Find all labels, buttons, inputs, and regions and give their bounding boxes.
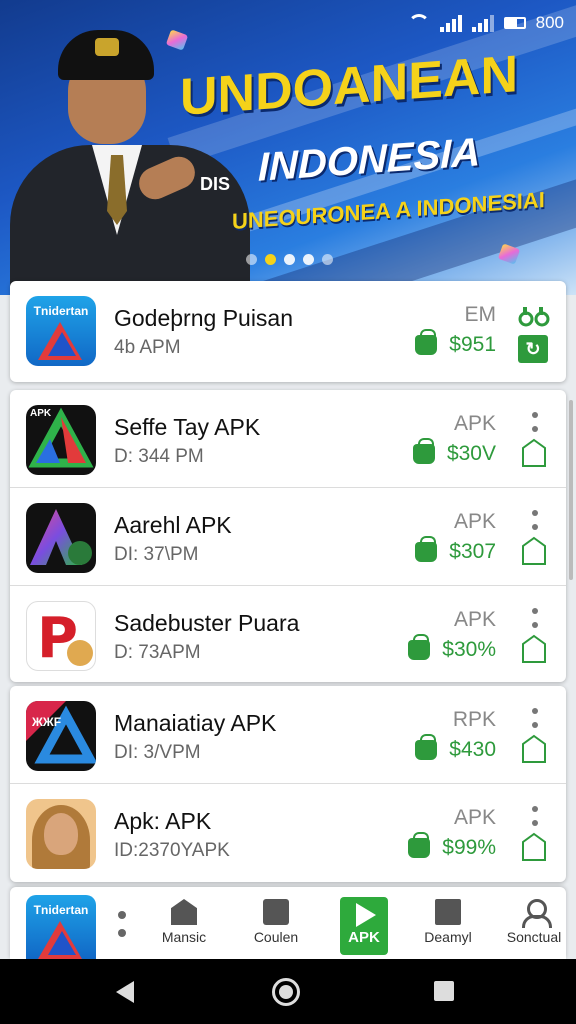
wifi-icon bbox=[407, 14, 430, 36]
battery-icon bbox=[503, 17, 526, 29]
app-price: $99% bbox=[442, 836, 496, 859]
featured-app-icon[interactable]: Tnidertan bbox=[26, 296, 96, 366]
gradient-a-icon[interactable] bbox=[26, 503, 96, 573]
banner-subheadline: INDONESIA bbox=[258, 130, 481, 190]
install-icon[interactable] bbox=[521, 634, 547, 664]
install-icon[interactable] bbox=[521, 438, 547, 468]
app-title: Sadebuster Puara bbox=[114, 610, 300, 636]
system-nav-bar bbox=[0, 959, 576, 1024]
binoculars-icon[interactable] bbox=[518, 305, 550, 327]
app-price: $951 bbox=[449, 333, 496, 356]
app-price: $30% bbox=[442, 638, 496, 661]
woman-portrait-icon[interactable] bbox=[26, 799, 96, 869]
app-subtitle: D: 344 PM bbox=[114, 446, 204, 467]
price-button[interactable]: $30V bbox=[412, 438, 496, 466]
refresh-icon[interactable]: ↻ bbox=[518, 335, 548, 363]
shopping-bag-icon bbox=[415, 329, 438, 355]
price-button[interactable]: $30% bbox=[408, 634, 496, 662]
featured-app-card[interactable]: Tnidertan Godeþrng Puisan 4b APM EM $951… bbox=[10, 281, 566, 382]
status-time: 800 bbox=[535, 13, 564, 32]
nav-item-mansic[interactable]: Mansic bbox=[148, 899, 220, 945]
app-subtitle: DI: 3/VPM bbox=[114, 742, 201, 763]
list-item[interactable]: ЖЖF Manaiatiay APK DI: 3/VPM RPK $430 bbox=[10, 686, 566, 784]
apk-triangle-icon[interactable]: APK bbox=[26, 405, 96, 475]
bottom-nav: Tnidertan Mansic Coulen APK Deamyl Sonct… bbox=[10, 887, 566, 959]
app-type-label: RPK bbox=[452, 708, 496, 731]
shopping-bag-icon bbox=[415, 734, 438, 760]
carousel-indicator[interactable] bbox=[246, 254, 333, 265]
more-options-icon[interactable] bbox=[118, 911, 126, 937]
app-list-card: APK Seffe Tay APK D: 344 PM APK $30V Aar… bbox=[10, 390, 566, 682]
carousel-dot[interactable] bbox=[265, 254, 276, 265]
app-type-label: APK bbox=[453, 510, 496, 533]
nav-item-deamyl[interactable]: Deamyl bbox=[412, 899, 484, 945]
install-icon[interactable] bbox=[521, 832, 547, 862]
app-title: Apk: APK bbox=[114, 808, 212, 834]
list-item[interactable]: APK Seffe Tay APK D: 344 PM APK $30V bbox=[10, 390, 566, 488]
list-item[interactable]: Aarehl APK DI: 37\PM APK $307 bbox=[10, 488, 566, 586]
more-options-icon[interactable] bbox=[532, 708, 538, 728]
app-type-label: APK bbox=[453, 412, 496, 435]
install-icon[interactable] bbox=[521, 536, 547, 566]
banner-prefix: DIS bbox=[200, 174, 231, 194]
app-type-label: EM bbox=[464, 303, 497, 326]
promo-banner[interactable]: 800 UNDOANEAN DIS INDONESIA UNEOURONEA A… bbox=[0, 0, 576, 295]
more-options-icon[interactable] bbox=[532, 608, 538, 628]
home-icon[interactable] bbox=[272, 978, 300, 1006]
banner-person-image bbox=[10, 20, 250, 295]
carousel-dot[interactable] bbox=[284, 254, 295, 265]
shopping-bag-icon bbox=[412, 438, 435, 464]
nav-item-sonctual[interactable]: Sonctual bbox=[498, 899, 570, 945]
carousel-dot[interactable] bbox=[322, 254, 333, 265]
list-item[interactable]: P Sadebuster Puara D: 73APM APK $30% bbox=[10, 586, 566, 684]
recent-apps-icon[interactable] bbox=[434, 981, 454, 1001]
app-price: $307 bbox=[449, 540, 496, 563]
tray-icon bbox=[263, 899, 289, 925]
app-subtitle: DI: 37\PM bbox=[114, 544, 199, 565]
triangle-dark-icon[interactable]: ЖЖF bbox=[26, 701, 96, 771]
app-price: $430 bbox=[449, 738, 496, 761]
more-options-icon[interactable] bbox=[532, 412, 538, 432]
app-title: Aarehl APK bbox=[114, 512, 232, 538]
shopping-bag-icon bbox=[415, 536, 438, 562]
scrollbar[interactable] bbox=[569, 400, 573, 580]
list-item[interactable]: Apk: APK ID:2370YAPK APK $99% bbox=[10, 784, 566, 882]
signal-icon bbox=[439, 14, 462, 32]
more-options-icon[interactable] bbox=[532, 806, 538, 826]
house-icon bbox=[171, 899, 197, 925]
app-subtitle: ID:2370YAPK bbox=[114, 840, 230, 861]
status-bar: 800 bbox=[407, 10, 564, 36]
more-options-icon[interactable] bbox=[532, 510, 538, 530]
app-type-label: APK bbox=[453, 608, 496, 631]
price-button[interactable]: $430 bbox=[415, 734, 496, 762]
shopping-bag-icon bbox=[408, 832, 431, 858]
signal-icon bbox=[471, 14, 494, 32]
app-price: $30V bbox=[446, 442, 496, 465]
play-icon bbox=[356, 903, 376, 927]
current-app-icon[interactable]: Tnidertan bbox=[26, 895, 96, 959]
shopping-bag-icon bbox=[408, 634, 431, 660]
app-subtitle: D: 73APM bbox=[114, 642, 201, 663]
install-icon[interactable] bbox=[521, 734, 547, 764]
app-type-label: APK bbox=[453, 806, 496, 829]
app-subtitle: 4b APM bbox=[114, 337, 181, 358]
person-icon bbox=[521, 899, 552, 928]
carousel-dot[interactable] bbox=[246, 254, 257, 265]
nav-item-apk[interactable]: APK bbox=[340, 897, 388, 955]
photo-icon bbox=[435, 899, 461, 925]
app-list-card: ЖЖF Manaiatiay APK DI: 3/VPM RPK $430 Ap… bbox=[10, 686, 566, 882]
nav-item-coulen[interactable]: Coulen bbox=[240, 899, 312, 945]
price-button[interactable]: $307 bbox=[415, 536, 496, 564]
price-button[interactable]: $99% bbox=[408, 832, 496, 860]
app-title: Seffe Tay APK bbox=[114, 414, 261, 440]
app-title: Manaiatiay APK bbox=[114, 710, 277, 736]
back-icon[interactable] bbox=[116, 981, 134, 1003]
carousel-dot[interactable] bbox=[303, 254, 314, 265]
p-letter-icon[interactable]: P bbox=[26, 601, 96, 671]
price-button[interactable]: $951 bbox=[415, 329, 496, 357]
app-title: Godeþrng Puisan bbox=[114, 305, 294, 331]
